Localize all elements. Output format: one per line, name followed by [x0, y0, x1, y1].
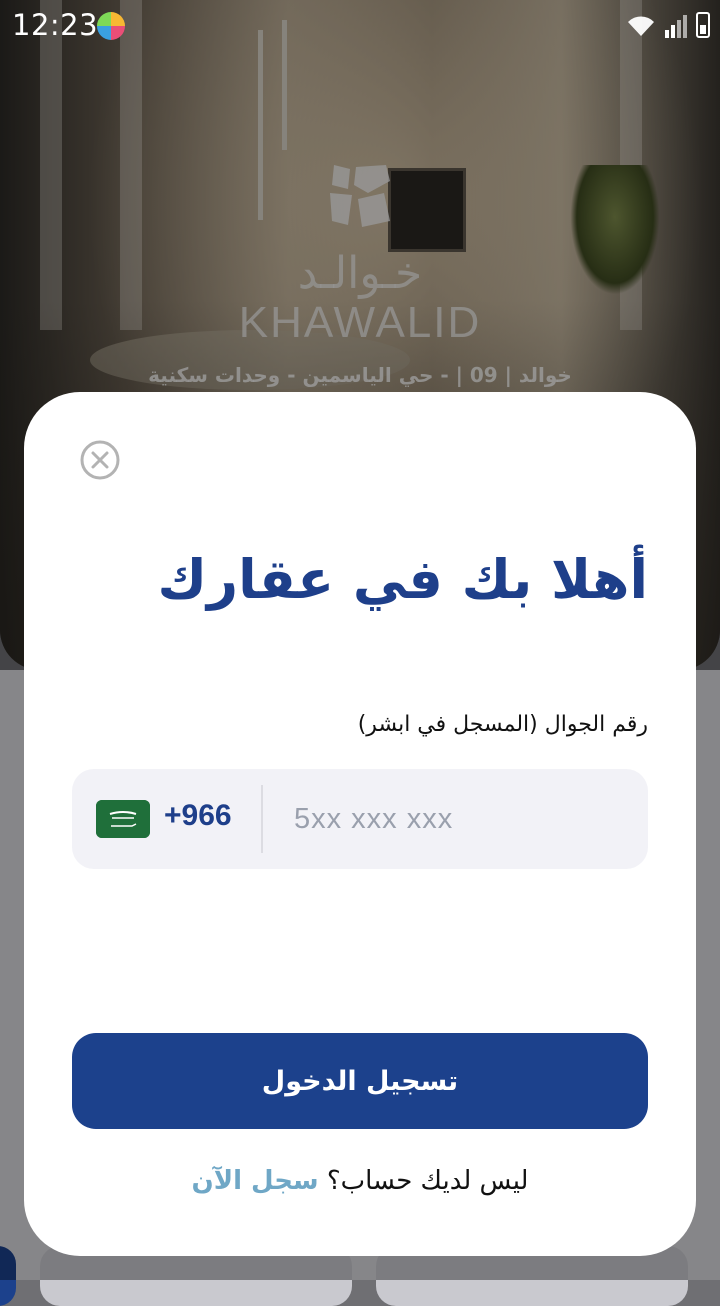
- welcome-title: أهلا بك في عقارك: [157, 548, 648, 611]
- saudi-arabia-flag-icon[interactable]: [96, 800, 150, 838]
- signup-prompt: ليس لديك حساب؟: [326, 1166, 529, 1196]
- signal-icon: [665, 15, 687, 38]
- signup-line: ليس لديك حساب؟ سجل الآن: [24, 1166, 696, 1196]
- wifi-icon: [628, 16, 654, 36]
- phone-field[interactable]: +966: [72, 769, 648, 869]
- login-modal: أهلا بك في عقارك رقم الجوال (المسجل في ا…: [24, 392, 696, 1256]
- status-icons: [626, 12, 710, 38]
- app-notification-icon: [97, 12, 125, 40]
- status-time: 12:23: [12, 8, 99, 42]
- battery-icon: [696, 12, 710, 38]
- field-divider: [261, 785, 263, 853]
- login-button[interactable]: تسجيل الدخول: [72, 1033, 648, 1129]
- phone-label: رقم الجوال (المسجل في ابشر): [357, 712, 648, 737]
- signup-link[interactable]: سجل الآن: [192, 1166, 319, 1196]
- close-icon[interactable]: [80, 440, 120, 480]
- status-bar: 12:23: [0, 0, 720, 52]
- phone-input[interactable]: [272, 791, 612, 847]
- country-dial-code[interactable]: +966: [164, 799, 232, 833]
